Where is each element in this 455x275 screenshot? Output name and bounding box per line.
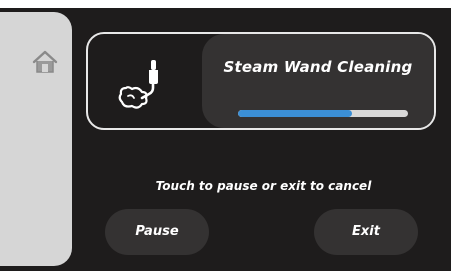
- steam-wand-icon: [118, 60, 158, 109]
- exit-button[interactable]: Exit: [314, 209, 418, 255]
- instruction-text: Touch to pause or exit to cancel: [155, 179, 372, 193]
- progress-bar: [238, 110, 408, 117]
- status-panel: Steam Wand Cleaning: [202, 34, 434, 128]
- home-icon[interactable]: [32, 50, 58, 74]
- cleaning-title: Steam Wand Cleaning: [223, 58, 413, 76]
- progress-fill: [238, 110, 352, 117]
- sidebar: [0, 12, 72, 266]
- pause-button[interactable]: Pause: [105, 209, 209, 255]
- cleaning-status-card: Steam Wand Cleaning: [86, 32, 436, 130]
